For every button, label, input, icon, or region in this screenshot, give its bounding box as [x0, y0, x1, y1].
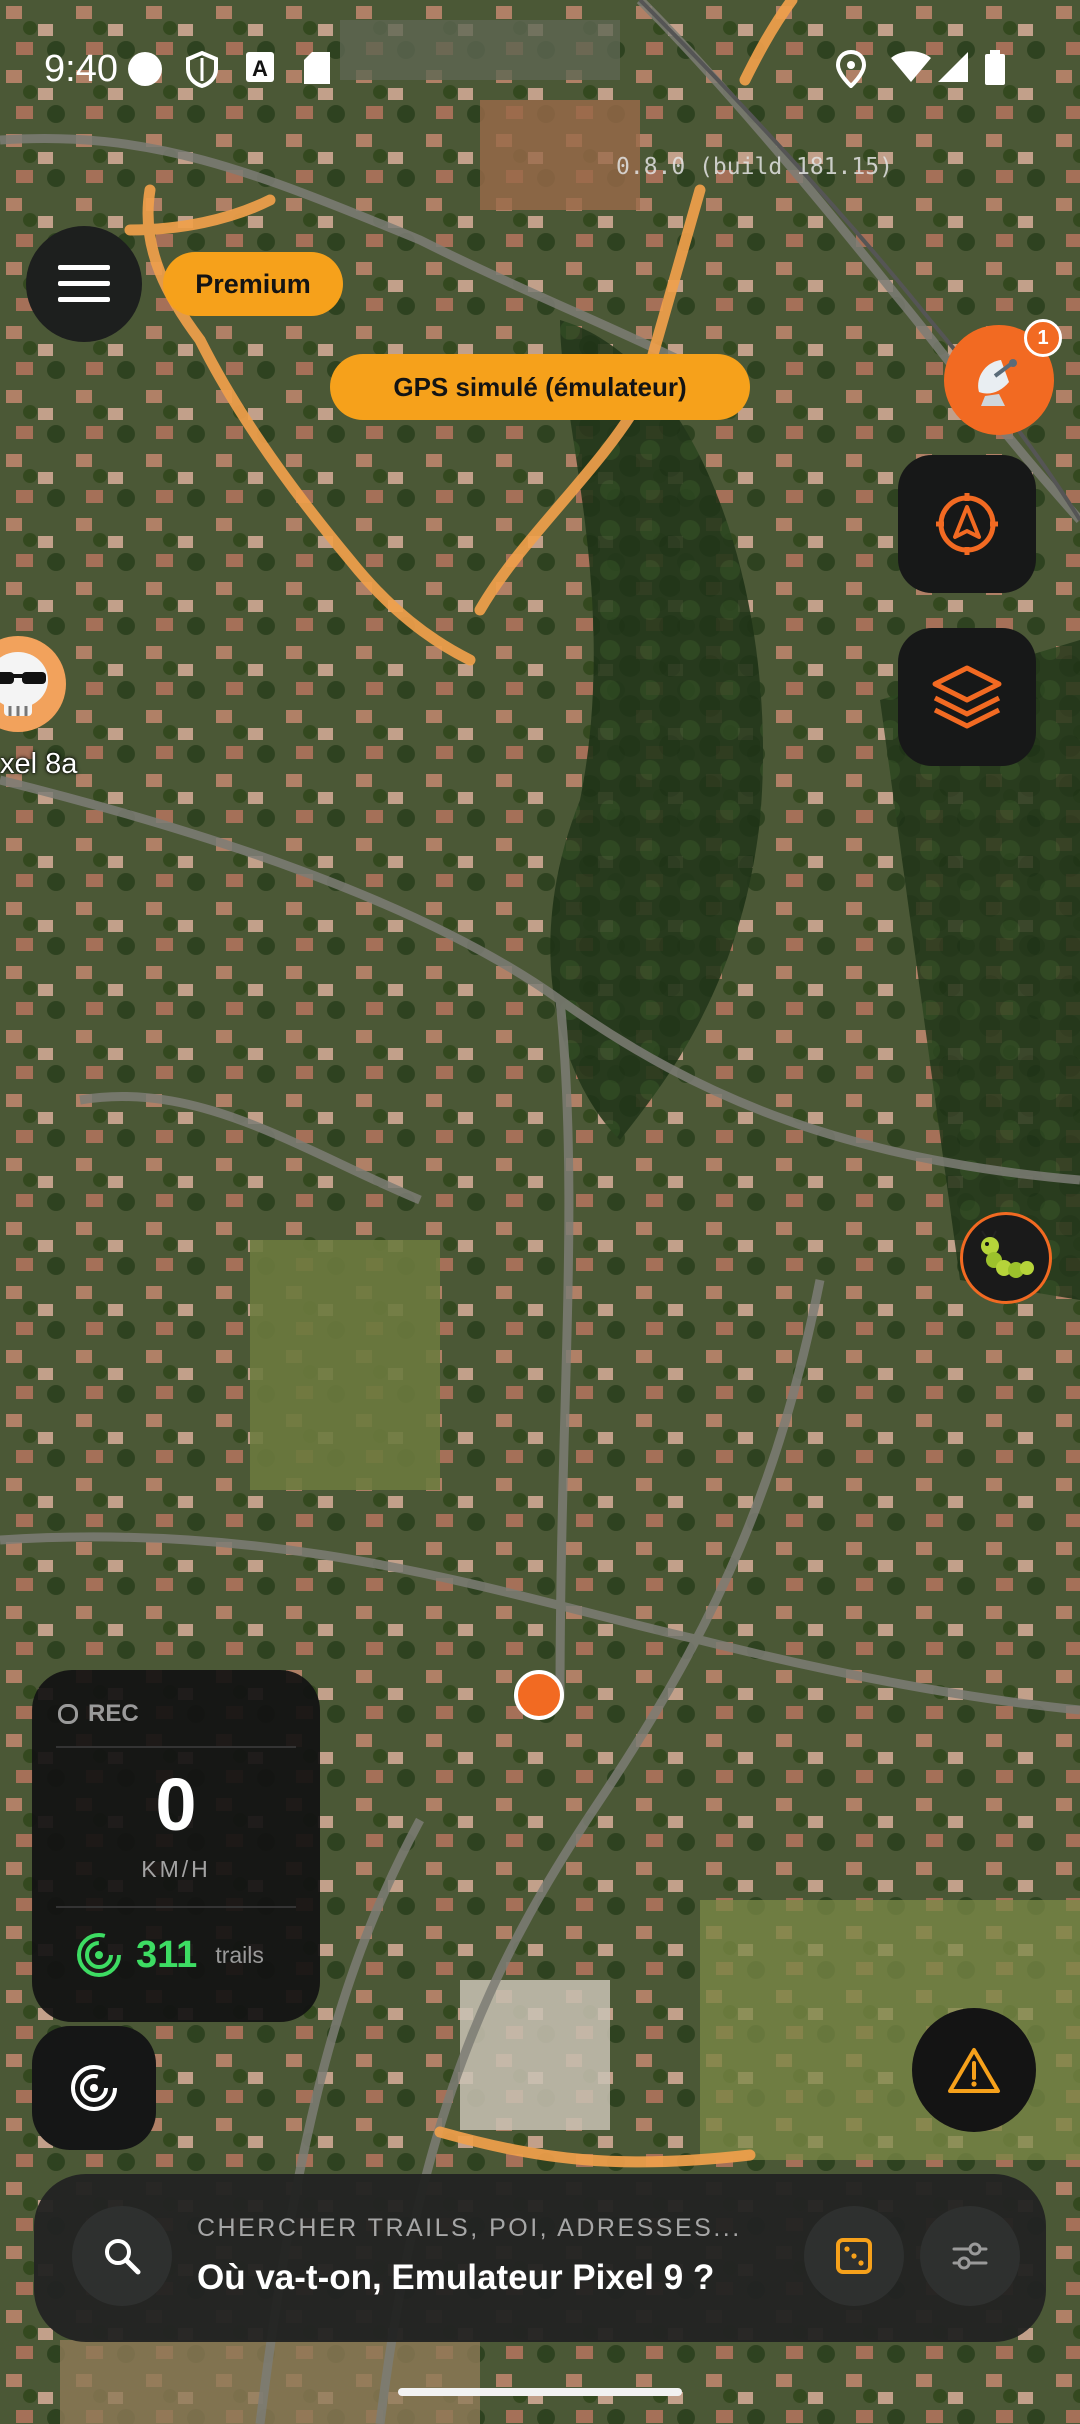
rec-divider [56, 1746, 296, 1748]
status-bar: 9:40 A [0, 36, 1080, 108]
battery-icon [985, 50, 1005, 85]
rec-label: REC [88, 1700, 139, 1727]
satellite-button[interactable]: 1 [944, 319, 1062, 435]
skull-with-sunglasses-icon [0, 652, 48, 716]
layers-button[interactable] [898, 628, 1036, 766]
trails-radar-icon [77, 1933, 121, 1977]
compass-navigation-icon [936, 493, 998, 555]
trails-count: 311 [136, 1933, 198, 1976]
location-pin-icon [836, 50, 866, 88]
premium-button[interactable]: Premium [163, 252, 343, 316]
search-bar[interactable]: CHERCHER TRAILS, POI, ADRESSES... Où va-… [34, 2174, 1046, 2342]
status-time: 9:40 [44, 48, 118, 90]
circle-icon [128, 52, 162, 86]
svg-text:A: A [252, 56, 268, 81]
build-version-label: 0.8.0 (build 181.15) [616, 154, 893, 180]
random-button[interactable] [804, 2206, 904, 2306]
warning-triangle-icon [948, 2048, 1000, 2093]
dice-icon [836, 2238, 872, 2274]
filters-button[interactable] [920, 2206, 1020, 2306]
satellite-badge: 1 [1024, 319, 1062, 357]
search-input[interactable]: Où va-t-on, Emulateur Pixel 9 ? [197, 2258, 714, 2298]
a-letter-icon: A [246, 52, 274, 82]
report-warning-button[interactable] [912, 2008, 1036, 2132]
search-placeholder[interactable]: CHERCHER TRAILS, POI, ADRESSES... [197, 2214, 742, 2243]
caterpillar-icon [981, 1230, 1034, 1278]
user-avatar-label: xel 8a [0, 748, 78, 780]
current-location-dot [514, 1670, 564, 1720]
speed-unit: KM/H [141, 1856, 211, 1882]
trails-counter[interactable]: 311 trails [76, 1932, 264, 1978]
compass-button[interactable] [898, 455, 1036, 593]
wifi-icon [891, 51, 931, 82]
layers-icon [932, 665, 1002, 729]
recording-panel[interactable]: REC 0 KM/H 311 trails [32, 1670, 320, 2022]
search-icon [105, 2239, 141, 2275]
satellite-dish-icon [978, 359, 1017, 406]
menu-button[interactable] [26, 226, 142, 342]
search-button[interactable] [72, 2206, 172, 2306]
speed-value: 0 [155, 1763, 197, 1846]
rec-indicator-icon [58, 1704, 78, 1724]
radar-button[interactable] [32, 2026, 156, 2150]
rec-divider-2 [56, 1906, 296, 1908]
hamburger-menu-icon [58, 265, 110, 302]
radar-icon [71, 2065, 117, 2111]
home-gesture-bar[interactable] [398, 2388, 682, 2396]
trails-label: trails [215, 1941, 264, 1968]
cell-signal-icon [938, 52, 968, 82]
rec-header[interactable]: REC [58, 1700, 139, 1728]
gps-simulated-banner: GPS simulé (émulateur) [330, 354, 750, 420]
poi-marker[interactable] [960, 1212, 1052, 1304]
shield-icon [186, 50, 218, 88]
sliders-icon [952, 2242, 988, 2270]
sd-card-icon [304, 52, 330, 84]
